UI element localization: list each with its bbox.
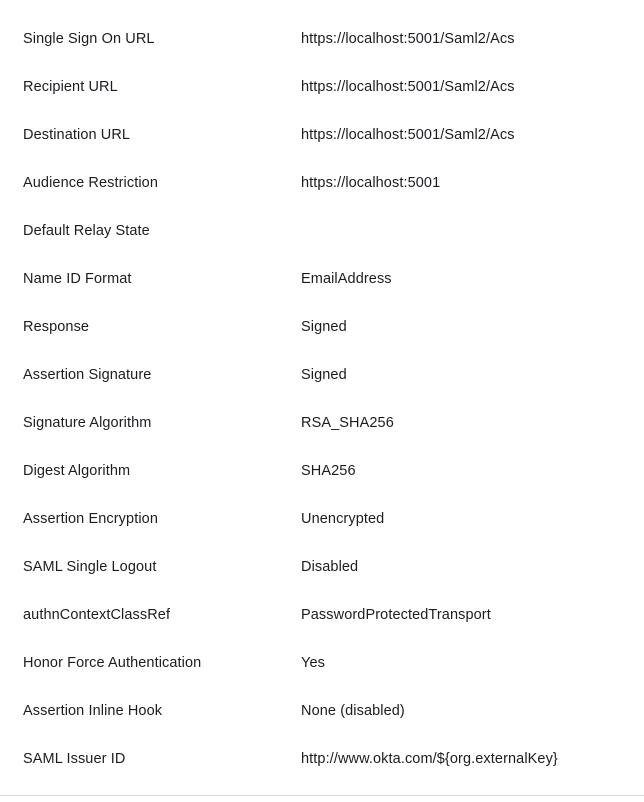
setting-label: authnContextClassRef <box>23 607 171 623</box>
setting-label: Signature Algorithm <box>23 415 152 431</box>
setting-label: SAML Issuer ID <box>23 751 126 767</box>
setting-row-saml-single-logout: SAML Single Logout Disabled <box>0 543 644 591</box>
setting-row-honor-force-authentication: Honor Force Authentication Yes <box>0 639 644 687</box>
setting-row-digest-algorithm: Digest Algorithm SHA256 <box>0 447 644 495</box>
setting-value: https://localhost:5001 <box>301 175 441 191</box>
setting-row-assertion-signature: Assertion Signature Signed <box>0 351 644 399</box>
setting-value: https://localhost:5001/Saml2/Acs <box>301 31 515 47</box>
setting-label: Single Sign On URL <box>23 31 155 47</box>
setting-label: SAML Single Logout <box>23 559 157 575</box>
setting-label: Audience Restriction <box>23 175 158 191</box>
setting-value: https://localhost:5001/Saml2/Acs <box>301 79 515 95</box>
setting-label: Destination URL <box>23 127 131 143</box>
setting-value: Unencrypted <box>301 511 385 527</box>
setting-value: http://www.okta.com/${org.externalKey} <box>301 751 558 767</box>
setting-row-recipient-url: Recipient URL https://localhost:5001/Sam… <box>0 63 644 111</box>
saml-settings-table: Single Sign On URL https://localhost:500… <box>0 15 644 783</box>
setting-value: https://localhost:5001/Saml2/Acs <box>301 127 515 143</box>
bottom-divider <box>0 795 644 796</box>
setting-label: Honor Force Authentication <box>23 655 202 671</box>
setting-value: Yes <box>301 655 325 671</box>
setting-row-destination-url: Destination URL https://localhost:5001/S… <box>0 111 644 159</box>
setting-row-default-relay-state: Default Relay State <box>0 207 644 255</box>
setting-value: SHA256 <box>301 463 356 479</box>
setting-row-audience-restriction: Audience Restriction https://localhost:5… <box>0 159 644 207</box>
setting-label: Digest Algorithm <box>23 463 131 479</box>
setting-label: Default Relay State <box>23 223 150 239</box>
setting-label: Recipient URL <box>23 79 118 95</box>
setting-row-assertion-inline-hook: Assertion Inline Hook None (disabled) <box>0 687 644 735</box>
setting-value: None (disabled) <box>301 703 405 719</box>
setting-row-response: Response Signed <box>0 303 644 351</box>
setting-value: Disabled <box>301 559 359 575</box>
setting-label: Assertion Inline Hook <box>23 703 163 719</box>
setting-row-authn-context-class-ref: authnContextClassRef PasswordProtectedTr… <box>0 591 644 639</box>
setting-row-name-id-format: Name ID Format EmailAddress <box>0 255 644 303</box>
setting-value: PasswordProtectedTransport <box>301 607 491 623</box>
setting-row-assertion-encryption: Assertion Encryption Unencrypted <box>0 495 644 543</box>
setting-value: Signed <box>301 367 347 383</box>
setting-row-signature-algorithm: Signature Algorithm RSA_SHA256 <box>0 399 644 447</box>
setting-row-saml-issuer-id: SAML Issuer ID http://www.okta.com/${org… <box>0 735 644 783</box>
setting-row-single-sign-on-url: Single Sign On URL https://localhost:500… <box>0 15 644 63</box>
setting-value: RSA_SHA256 <box>301 415 394 431</box>
setting-label: Response <box>23 319 90 335</box>
setting-value: Signed <box>301 319 347 335</box>
setting-label: Assertion Encryption <box>23 511 158 527</box>
setting-value: EmailAddress <box>301 271 392 287</box>
setting-label: Name ID Format <box>23 271 132 287</box>
setting-label: Assertion Signature <box>23 367 152 383</box>
